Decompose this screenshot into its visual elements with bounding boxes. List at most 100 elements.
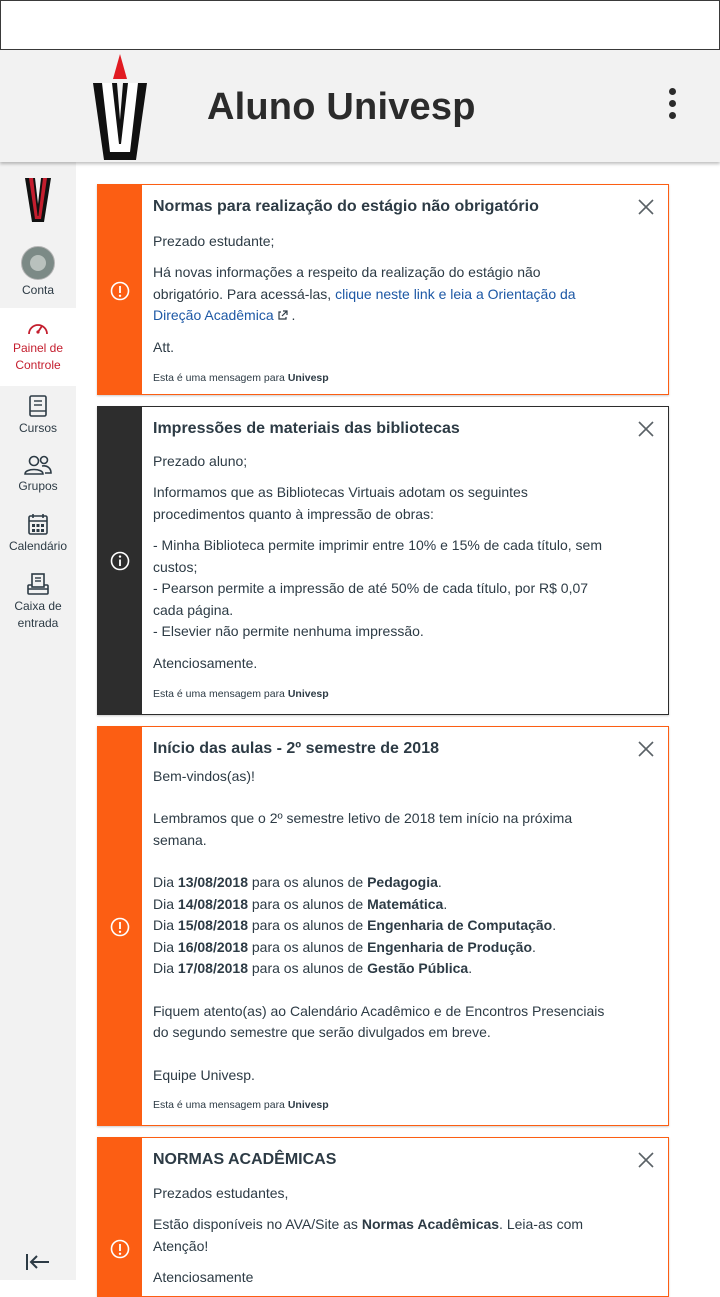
schedule-text: para os alunos de <box>251 917 364 933</box>
schedule-row: Dia 15/08/2018 para os alunos de Engenha… <box>153 917 557 933</box>
close-icon[interactable] <box>638 741 654 757</box>
card-footer: Esta é uma mensagem para Univesp <box>153 1098 628 1112</box>
collapse-nav-icon[interactable] <box>24 1250 52 1274</box>
avatar <box>21 246 55 280</box>
schedule-date: 16/08/2018 <box>177 938 248 955</box>
nav-calendar[interactable]: Calendário <box>0 512 76 555</box>
dashboard-icon <box>28 324 48 335</box>
card-text: Estão disponíveis no AVA/Site as Normas … <box>153 1214 593 1257</box>
schedule-course: Engenharia de Produção <box>367 938 533 955</box>
nav-dashboard-label: Painel de Controle <box>12 341 64 372</box>
card-footer: Esta é uma mensagem para Univesp <box>153 371 628 385</box>
card-intro: Lembramos que o 2º semestre letivo de 20… <box>153 810 573 848</box>
nav-courses[interactable]: Cursos <box>0 394 76 437</box>
card-text-part: Estão disponíveis no AVA/Site as <box>153 1216 358 1232</box>
schedule-row: Dia 17/08/2018 para os alunos de Gestão … <box>153 960 473 976</box>
nav-dashboard[interactable]: Painel de Controle <box>0 308 76 386</box>
schedule-date: 17/08/2018 <box>177 960 248 976</box>
card-intro: Informamos que as Bibliotecas Virtuais a… <box>153 484 528 522</box>
list-item: - Minha Biblioteca permite imprimir entr… <box>153 537 602 575</box>
schedule-date: 13/08/2018 <box>177 874 248 890</box>
card-title: Início das aulas - 2º semestre de 2018 <box>153 740 439 757</box>
card-signoff: Equipe Univesp. <box>153 1066 255 1083</box>
card-signoff: Atenciosamente <box>153 1269 254 1285</box>
announcement-card: NORMAS ACADÊMICAS Prezados estudantes, E… <box>97 1137 669 1297</box>
close-icon[interactable] <box>638 421 654 437</box>
warning-icon <box>110 917 130 937</box>
warning-icon <box>110 281 130 301</box>
schedule-course: Gestão Pública <box>367 960 469 976</box>
nav-account-label: Conta <box>21 283 55 297</box>
schedule-text: para os alunos de <box>251 938 364 955</box>
schedule-row: Dia 16/08/2018 para os alunos de Engenha… <box>153 938 536 955</box>
card-title: Impressões de materiais das bibliotecas <box>153 420 460 437</box>
card-title: NORMAS ACADÊMICAS <box>153 1151 337 1168</box>
nav-groups[interactable]: Grupos <box>0 454 76 495</box>
card-greeting: Bem-vindos(as)! <box>153 767 255 784</box>
card-greeting: Prezado aluno; <box>153 452 248 469</box>
card-title: Normas para realização do estágio não ob… <box>153 198 539 215</box>
footer-prefix: Esta é uma mensagem para <box>153 1099 285 1111</box>
card-text-end: . <box>291 307 296 323</box>
schedule-prefix: Dia <box>153 938 175 955</box>
info-icon <box>110 551 130 571</box>
more-options-icon[interactable] <box>660 88 684 124</box>
footer-target: Univesp <box>287 688 329 700</box>
groups-icon <box>24 455 52 475</box>
schedule-text: para os alunos de <box>251 960 364 976</box>
footer-prefix: Esta é uma mensagem para <box>153 688 285 700</box>
inbox-icon <box>27 573 49 595</box>
schedule-prefix: Dia <box>153 917 175 933</box>
card-stripe <box>98 185 142 394</box>
list-item: - Pearson permite a impressão de até 50%… <box>153 580 589 618</box>
announcement-card: Impressões de materiais das bibliotecas … <box>97 406 669 715</box>
close-icon[interactable] <box>638 1152 654 1168</box>
external-link-icon[interactable] <box>277 310 288 321</box>
app-title: Aluno Univesp <box>207 86 476 128</box>
warning-icon <box>110 1239 130 1259</box>
global-navigation: Conta Painel de Controle Cursos Grupos C… <box>0 162 76 1280</box>
nav-inbox-label: Caixa de entrada <box>14 599 62 630</box>
app-header: Aluno Univesp <box>0 50 720 162</box>
sidebar-logo[interactable] <box>24 178 52 224</box>
book-icon <box>29 395 47 417</box>
schedule-date: 15/08/2018 <box>177 917 248 933</box>
announcement-card: Normas para realização do estágio não ob… <box>97 184 669 395</box>
card-stripe <box>98 727 142 1125</box>
card-greeting: Prezados estudantes, <box>153 1184 289 1201</box>
schedule-course: Matemática <box>367 895 444 912</box>
schedule-row: Dia 13/08/2018 para os alunos de Pedagog… <box>153 874 442 890</box>
nav-courses-label: Cursos <box>18 421 57 435</box>
schedule-list: Dia 13/08/2018 para os alunos de Pedagog… <box>153 872 628 980</box>
nav-calendar-label: Calendário <box>8 539 68 553</box>
schedule-course: Pedagogia <box>367 874 438 890</box>
card-stripe <box>98 407 142 714</box>
browser-url-bar[interactable] <box>0 0 720 50</box>
card-signoff: Att. <box>153 338 175 355</box>
schedule-row: Dia 14/08/2018 para os alunos de Matemát… <box>153 895 448 912</box>
close-icon[interactable] <box>638 199 654 215</box>
card-footer: Esta é uma mensagem para Univesp <box>153 687 628 701</box>
footer-target: Univesp <box>287 1099 329 1111</box>
footer-prefix: Esta é uma mensagem para <box>153 372 285 384</box>
schedule-date: 14/08/2018 <box>177 895 248 912</box>
schedule-text: para os alunos de <box>251 895 364 912</box>
nav-inbox[interactable]: Caixa de entrada <box>0 572 76 632</box>
schedule-prefix: Dia <box>153 874 175 890</box>
schedule-text: para os alunos de <box>251 874 364 890</box>
card-text-bold: Normas Acadêmicas <box>361 1216 500 1232</box>
calendar-icon <box>28 514 48 535</box>
card-stripe <box>98 1138 142 1296</box>
footer-target: Univesp <box>287 372 329 384</box>
list-item: - Elsevier não permite nenhuma impressão… <box>153 623 424 639</box>
card-greeting: Prezado estudante; <box>153 232 275 249</box>
univesp-logo <box>93 54 147 160</box>
card-outro: Fiquem atento(as) ao Calendário Acadêmic… <box>153 1002 605 1041</box>
schedule-prefix: Dia <box>153 895 175 912</box>
schedule-prefix: Dia <box>153 960 175 976</box>
nav-groups-label: Grupos <box>18 479 58 493</box>
announcement-card: Início das aulas - 2º semestre de 2018 B… <box>97 726 669 1126</box>
card-signoff: Atenciosamente. <box>153 654 258 671</box>
card-text: Há novas informações a respeito da reali… <box>153 262 593 327</box>
nav-account[interactable]: Conta <box>0 246 76 299</box>
